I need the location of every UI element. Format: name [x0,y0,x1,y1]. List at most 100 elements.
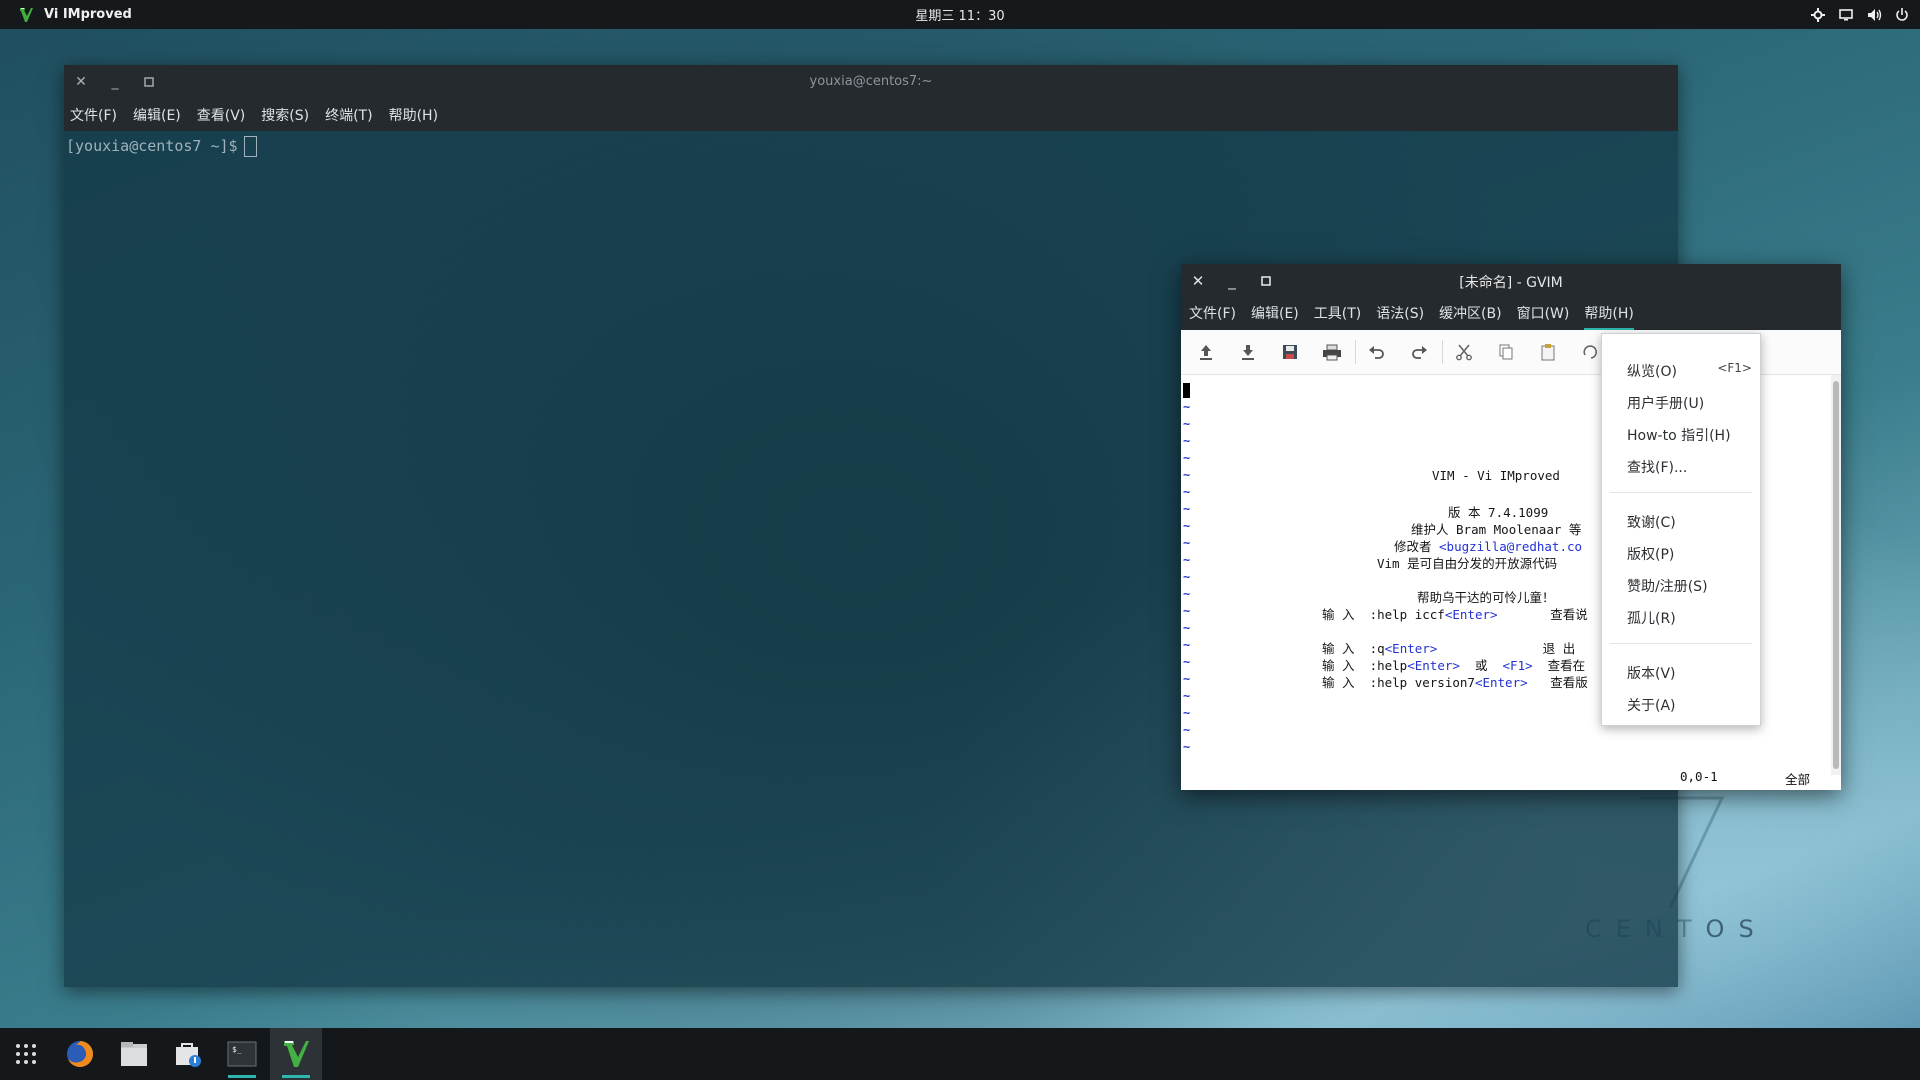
replace-icon [1583,345,1598,359]
terminal-menu-file[interactable]: 文件(F) [70,105,117,125]
menu-item-user-manual[interactable]: 用户手册(U) [1627,393,1752,413]
settings-icon[interactable] [1810,7,1826,23]
menu-item-label: 版本(V) [1627,666,1676,682]
menu-item-about[interactable]: 关于(A) [1627,695,1752,715]
intro-help-desc: 查看在 [1532,658,1586,673]
save-down-button[interactable] [1233,337,1263,367]
terminal-cursor [243,136,257,157]
tilde-marker: ~ [1183,468,1191,482]
intro-license: Vim 是可自由分发的开放源代码 [1377,556,1558,571]
copy-icon [1499,344,1513,360]
print-button[interactable] [1317,337,1347,367]
cut-icon [1456,344,1472,361]
display-icon[interactable] [1838,7,1854,23]
tilde-marker: ~ [1183,621,1191,635]
terminal-menu-search[interactable]: 搜索(S) [261,105,309,125]
menu-item-accel: <F1> [1717,361,1752,375]
clock: 星期三 11：30 [915,9,1005,24]
terminal-menu-view[interactable]: 查看(V) [197,105,246,125]
gvim-menu-syntax[interactable]: 语法(S) [1376,298,1424,330]
intro-help-version: 输 入 :help version7<Enter> 查看版 [1322,672,1588,691]
gvim-titlebar[interactable]: ✕ _ [未命名] - GVIM [1181,264,1841,298]
gvim-menu-file[interactable]: 文件(F) [1189,298,1236,330]
menu-item-version[interactable]: 版本(V) [1627,663,1752,683]
terminal-titlebar[interactable]: ✕ _ youxia@centos7:~ [64,65,1678,99]
terminal-menu-terminal[interactable]: 终端(T) [325,105,372,125]
terminal-icon: $_ [227,1041,257,1067]
gvim-menu-help[interactable]: 帮助(H) [1584,298,1634,330]
firefox-launcher[interactable] [54,1028,106,1080]
terminal-menu-help[interactable]: 帮助(H) [389,105,438,125]
redo-button[interactable] [1404,337,1434,367]
tilde-marker: ~ [1183,740,1191,754]
terminal-menubar: 文件(F) 编辑(E) 查看(V) 搜索(S) 终端(T) 帮助(H) [64,99,1678,131]
tilde-marker: ~ [1183,570,1191,584]
menu-item-orphans[interactable]: 孤儿(R) [1627,608,1752,628]
paste-button[interactable] [1533,337,1563,367]
open-button[interactable] [1191,337,1221,367]
menu-item-label: 关于(A) [1627,698,1676,714]
gvim-menu-tools[interactable]: 工具(T) [1314,298,1361,330]
menu-item-sponsor[interactable]: 赞助/注册(S) [1627,576,1752,596]
tilde-marker: ~ [1183,536,1191,550]
copy-button[interactable] [1491,337,1521,367]
vim-cursor [1183,383,1190,398]
intro-help-version-desc: 查看版 [1527,675,1588,690]
terminal-content[interactable]: [youxia@centos7 ~]$ [64,131,1678,162]
undo-button[interactable] [1362,337,1392,367]
menu-item-label: 用户手册(U) [1627,396,1705,412]
print-icon [1323,344,1341,361]
vim-icon [20,7,33,22]
menu-separator [1610,492,1752,493]
gvim-menu-window[interactable]: 窗口(W) [1517,298,1570,330]
firefox-icon [67,1041,93,1067]
intro-quit-enter: <Enter> [1384,641,1438,656]
tilde-marker: ~ [1183,672,1191,686]
menu-item-find[interactable]: 查找(F)... [1627,457,1752,477]
save-button[interactable] [1275,337,1305,367]
apps-grid-button[interactable] [0,1028,52,1080]
tilde-marker: ~ [1183,451,1191,465]
gvim-title: [未命名] - GVIM [1459,275,1563,291]
active-app-indicator[interactable]: Vi IMproved [18,0,132,29]
software-launcher[interactable] [162,1028,214,1080]
intro-help-cmd: 输 入 :help [1322,658,1408,673]
menu-item-howto[interactable]: How-to 指引(H) [1627,425,1752,445]
open-icon [1200,345,1212,360]
terminal-launcher[interactable]: $_ [216,1028,268,1080]
gvim-menu-edit[interactable]: 编辑(E) [1251,298,1299,330]
menu-item-copying[interactable]: 版权(P) [1627,544,1752,564]
tilde-marker: ~ [1183,553,1191,567]
vim-icon [284,1041,309,1067]
taskbar-dock: $_ [0,1028,1920,1080]
menu-item-credits[interactable]: 致谢(C) [1627,512,1752,532]
intro-help-version-cmd: 输 入 :help version7 [1322,675,1475,690]
intro-help-iccf-cmd: 输 入 :help iccf [1322,607,1445,622]
menu-item-overview[interactable]: 纵览(O) <F1> [1627,361,1752,381]
tilde-marker: ~ [1183,587,1191,601]
cursor-position: 0,0-1 [1680,769,1718,784]
terminal-prompt: [youxia@centos7 ~]$ [66,137,238,155]
svg-text:$_: $_ [232,1045,242,1054]
menu-item-label: 版权(P) [1627,547,1675,563]
power-icon[interactable] [1894,7,1910,23]
system-tray [1810,0,1910,29]
menu-item-label: 孤儿(R) [1627,611,1676,627]
gvim-scrollbar[interactable] [1831,375,1841,775]
files-launcher[interactable] [108,1028,160,1080]
intro-modified-email: <bugzilla@redhat.co [1439,539,1583,554]
toolbar-separator [1355,340,1356,364]
intro-help-iccf-enter: <Enter> [1444,607,1498,622]
vim-launcher[interactable] [270,1028,322,1080]
volume-icon[interactable] [1866,7,1882,23]
scrollbar-thumb[interactable] [1833,381,1839,769]
save-down-icon [1242,345,1254,360]
tilde-marker: ~ [1183,706,1191,720]
gvim-menu-buffers[interactable]: 缓冲区(B) [1439,298,1502,330]
cut-button[interactable] [1449,337,1479,367]
intro-help-or: 或 [1459,658,1503,673]
menu-item-label: 致谢(C) [1627,515,1676,531]
terminal-menu-edit[interactable]: 编辑(E) [133,105,181,125]
tilde-marker: ~ [1183,689,1191,703]
menu-item-label: How-to 指引(H) [1627,428,1731,444]
